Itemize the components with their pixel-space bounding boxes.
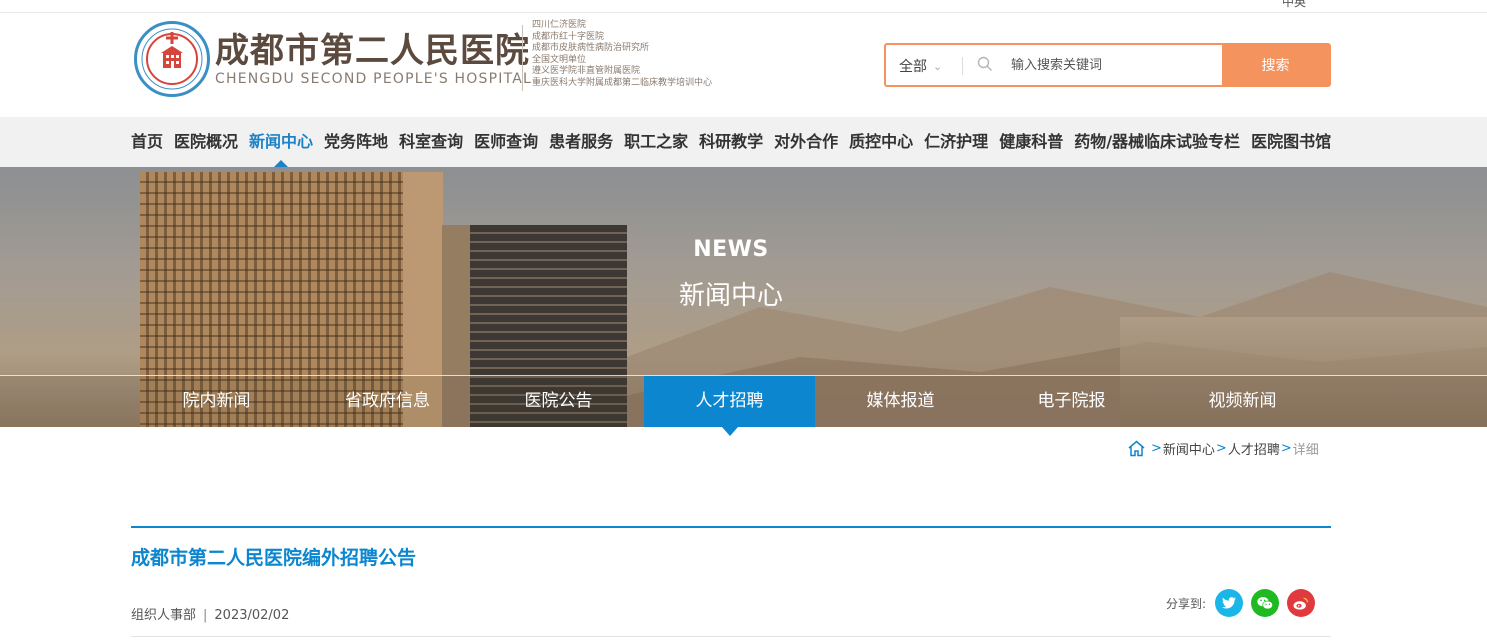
subnav-item-recruitment[interactable]: 人才招聘: [644, 376, 815, 427]
search-divider: [962, 57, 963, 75]
logo-divider: [522, 25, 523, 91]
nav-item-overview[interactable]: 医院概况: [174, 117, 238, 167]
subnav-item-video-news[interactable]: 视频新闻: [1157, 376, 1328, 427]
home-icon[interactable]: [1127, 440, 1146, 457]
search-scope-select[interactable]: 全部 ⌄: [899, 56, 942, 76]
meta-separator: |: [203, 608, 208, 623]
search-box: 全部 ⌄ 搜索: [884, 43, 1331, 87]
site-header: 成都市第二人民医院 CHENGDU SECOND PEOPLE'S HOSPIT…: [0, 13, 1487, 117]
logo-subtitle-line: 全国文明单位: [532, 54, 587, 65]
nav-item-staff[interactable]: 职工之家: [624, 117, 688, 167]
search-button[interactable]: 搜索: [1222, 45, 1329, 85]
logo-subtitle-line: 遵义医学院非直管附属医院: [532, 66, 641, 77]
top-strip: 中英: [0, 0, 1487, 13]
article-top-rule: [131, 526, 1331, 528]
main-nav-list: 首页 医院概况 新闻中心 党务阵地 科室查询 医师查询 患者服务 职工之家 科研…: [131, 117, 1342, 167]
breadcrumb: > 新闻中心 > 人才招聘 > 详细: [1127, 439, 1319, 458]
breadcrumb-separator-icon: >: [1280, 441, 1292, 456]
article-meta-rule: [131, 636, 1331, 637]
breadcrumb-item[interactable]: 新闻中心: [1163, 439, 1215, 458]
twitter-icon[interactable]: [1215, 589, 1244, 617]
breadcrumb-current: 详细: [1292, 443, 1319, 458]
nav-item-doctors[interactable]: 医师查询: [474, 117, 538, 167]
weibo-icon[interactable]: [1287, 589, 1316, 617]
logo-subtitles: 四川仁济医院 成都市红十字医院 成都市皮肤病性病防治研究所 全国文明单位 遵义医…: [532, 20, 712, 90]
search-scope-value: 全部: [899, 59, 927, 75]
nav-item-quality[interactable]: 质控中心: [849, 117, 913, 167]
logo-subtitle-line: 成都市皮肤病性病防治研究所: [532, 43, 650, 54]
banner-title-chinese: 新闻中心: [678, 281, 783, 311]
breadcrumb-item[interactable]: 人才招聘: [1228, 439, 1280, 458]
main-nav: 首页 医院概况 新闻中心 党务阵地 科室查询 医师查询 患者服务 职工之家 科研…: [0, 117, 1487, 167]
share-bar: 分享到:: [1166, 589, 1316, 617]
search-input[interactable]: [1011, 53, 1216, 77]
article-author: 组织人事部: [131, 608, 197, 623]
chevron-down-icon: ⌄: [933, 60, 943, 73]
logo-english-name: CHENGDU SECOND PEOPLE'S HOSPITAL: [215, 71, 533, 87]
nav-item-research[interactable]: 科研教学: [699, 117, 763, 167]
sub-nav-list: 院内新闻 省政府信息 医院公告 人才招聘 媒体报道 电子院报 视频新闻: [131, 376, 1328, 427]
nav-item-news[interactable]: 新闻中心: [249, 117, 313, 167]
logo-chinese-name[interactable]: 成都市第二人民医院: [215, 23, 530, 72]
nav-item-home[interactable]: 首页: [131, 117, 163, 167]
article-meta: 组织人事部 | 2023/02/02: [131, 604, 289, 623]
emblem-building-icon: [161, 46, 183, 68]
logo-subtitle-line: 四川仁济医院: [532, 20, 587, 30]
subnav-item-e-newspaper[interactable]: 电子院报: [986, 376, 1157, 427]
logo-subtitle-line: 重庆医科大学附属成都第二临床教学培训中心: [532, 77, 713, 88]
article-date: 2023/02/02: [214, 608, 290, 623]
nav-item-patient-services[interactable]: 患者服务: [549, 117, 613, 167]
subnav-item-internal-news[interactable]: 院内新闻: [131, 376, 302, 427]
nav-item-departments[interactable]: 科室查询: [399, 117, 463, 167]
breadcrumb-separator-icon: >: [1215, 441, 1227, 456]
language-switch[interactable]: 中英: [1282, 0, 1306, 10]
hospital-emblem-icon[interactable]: [134, 21, 210, 97]
banner-title-english: NEWS: [693, 237, 769, 262]
nav-item-library[interactable]: 医院图书馆: [1251, 117, 1331, 167]
nav-item-cooperation[interactable]: 对外合作: [774, 117, 838, 167]
breadcrumb-separator-icon: >: [1151, 441, 1162, 456]
logo-subtitle-line: 成都市红十字医院: [532, 31, 605, 42]
share-label: 分享到:: [1166, 596, 1207, 611]
nav-item-clinical-trials[interactable]: 药物/器械临床试验专栏: [1074, 117, 1240, 167]
article-title: 成都市第二人民医院编外招聘公告: [131, 547, 417, 569]
nav-item-nursing[interactable]: 仁济护理: [924, 117, 988, 167]
subnav-item-announcements[interactable]: 医院公告: [473, 376, 644, 427]
sub-nav: 院内新闻 省政府信息 医院公告 人才招聘 媒体报道 电子院报 视频新闻: [0, 375, 1487, 427]
wechat-icon[interactable]: [1251, 589, 1280, 617]
active-tab-arrow: [722, 427, 738, 436]
subnav-item-media[interactable]: 媒体报道: [815, 376, 986, 427]
nav-item-health-education[interactable]: 健康科普: [999, 117, 1063, 167]
news-banner: NEWS 新闻中心 院内新闻 省政府信息 医院公告 人才招聘 媒体报道 电子院报…: [0, 167, 1487, 427]
subnav-item-government-info[interactable]: 省政府信息: [302, 376, 473, 427]
nav-item-party[interactable]: 党务阵地: [324, 117, 388, 167]
search-icon: [977, 56, 992, 71]
